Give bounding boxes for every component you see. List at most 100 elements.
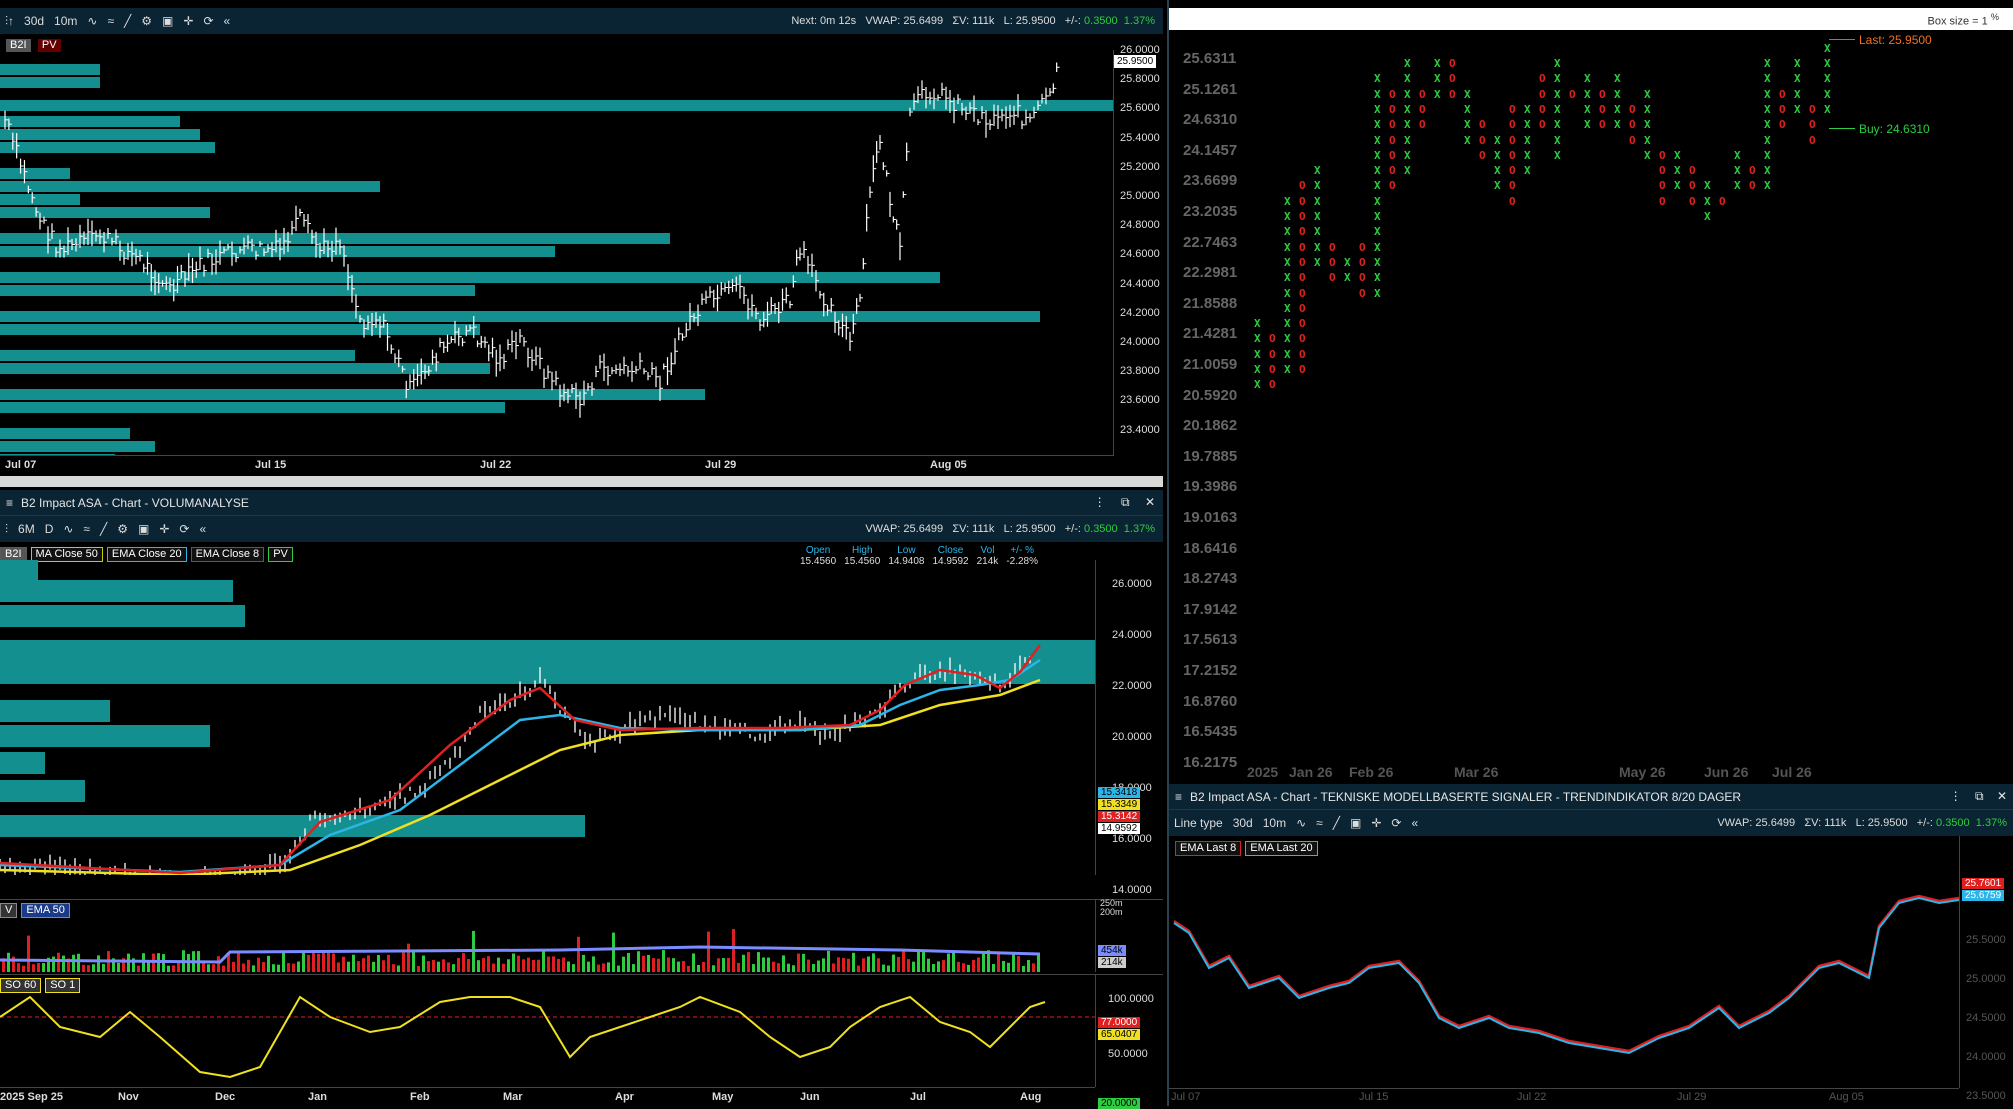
layout-icon[interactable]: ▣ — [1345, 816, 1366, 830]
more-icon[interactable]: ⋮ — [1094, 495, 1106, 509]
trend-icon[interactable]: ∿ — [58, 522, 78, 536]
volume-bar — [622, 956, 625, 972]
refresh-icon[interactable]: ⟳ — [198, 14, 218, 28]
volume-bar — [752, 964, 755, 972]
pnf-x-box: X — [1494, 164, 1501, 178]
collapse-icon[interactable]: « — [1406, 816, 1423, 830]
volume-bar — [382, 960, 385, 972]
y-tick-label: 25.8000 — [1120, 73, 1160, 86]
candles-icon[interactable]: ⫶ — [0, 522, 13, 537]
close-icon[interactable]: ✕ — [1997, 789, 2007, 803]
volume-bar — [782, 955, 785, 972]
indicator-icon[interactable]: ≈ — [1311, 816, 1328, 830]
collapse-icon[interactable]: « — [194, 522, 211, 536]
pnf-o-box: O — [1419, 102, 1426, 116]
volume-bar — [247, 959, 250, 972]
indicator-icon[interactable]: ≈ — [102, 14, 119, 28]
value-badge: 25.6759 — [1962, 890, 2005, 901]
volume-bar — [492, 963, 495, 972]
draw-line-icon[interactable]: ╱ — [1328, 816, 1345, 830]
volume-y-axis: 250m 200m 454k 214k — [1095, 898, 1163, 972]
volume-bar — [462, 953, 465, 972]
menu-icon[interactable]: ≡ — [6, 496, 13, 510]
volume-bar — [377, 955, 380, 972]
range-30d-button[interactable]: 30d — [19, 14, 49, 28]
volume-profile-bar — [0, 285, 475, 296]
draw-line-icon[interactable]: ╱ — [119, 14, 136, 28]
trend-chart[interactable] — [1169, 836, 1959, 1088]
pnf-o-box: O — [1599, 118, 1606, 132]
pnf-o-box: O — [1299, 317, 1306, 331]
pnf-o-box: O — [1509, 179, 1516, 193]
intraday-chart[interactable] — [0, 50, 1113, 456]
pnf-x-box: X — [1704, 179, 1711, 193]
volume-bar — [392, 964, 395, 972]
volume-bar — [867, 956, 870, 972]
draw-line-icon[interactable]: ╱ — [95, 522, 112, 536]
range-10m-button[interactable]: 10m — [49, 14, 82, 28]
crosshair-icon[interactable]: ✛ — [154, 522, 174, 536]
pnf-o-box: O — [1389, 133, 1396, 147]
menu-icon[interactable]: ≡ — [1175, 790, 1182, 804]
pnf-x-box: X — [1284, 240, 1291, 254]
indicator-icon[interactable]: ≈ — [78, 522, 95, 536]
volume-profile-bar — [0, 194, 80, 205]
layout-icon[interactable]: ▣ — [133, 522, 154, 536]
pnf-x-box: X — [1674, 148, 1681, 162]
y-tick-label: 25.0000 — [1120, 190, 1160, 202]
pnf-x-box: X — [1374, 240, 1381, 254]
line-type-button[interactable]: Line type — [1169, 816, 1228, 830]
range-6m-button[interactable]: 6M — [13, 522, 40, 536]
refresh-icon[interactable]: ⟳ — [1386, 816, 1406, 830]
volume-profile-bar — [0, 441, 155, 452]
stochastic-chart[interactable] — [0, 977, 1095, 1087]
x-tick-label: Jun — [800, 1091, 820, 1103]
volume-bar — [657, 958, 660, 972]
volume-bar — [1037, 953, 1040, 972]
intraday-scrollbar[interactable] — [0, 476, 1163, 487]
volume-bar — [947, 953, 950, 972]
volume-bar — [77, 953, 80, 972]
volume-bar — [532, 959, 535, 972]
pnf-x-box: X — [1254, 378, 1261, 392]
pnf-o-box: O — [1389, 102, 1396, 116]
pnf-x-box: X — [1494, 133, 1501, 147]
volume-profile-bar — [0, 207, 210, 218]
pnf-chart[interactable]: XXXXXOOOOXXXXXXXXXXXXOOOOOOOOOOOOOXXXXXX… — [1169, 30, 2013, 784]
volume-chart[interactable] — [0, 902, 1095, 972]
crosshair-icon[interactable]: ✛ — [1366, 816, 1386, 830]
collapse-icon[interactable]: « — [219, 14, 236, 28]
pnf-x-box: X — [1734, 148, 1741, 162]
volume-bar — [542, 950, 545, 972]
pnf-x-box: X — [1644, 102, 1651, 116]
pnf-o-box: O — [1809, 133, 1816, 147]
gear-icon[interactable]: ⚙ — [112, 522, 133, 536]
pnf-o-box: O — [1509, 102, 1516, 116]
close-icon[interactable]: ✕ — [1145, 495, 1155, 509]
trend-icon[interactable]: ∿ — [1291, 816, 1311, 830]
range-10m-button[interactable]: 10m — [1258, 816, 1291, 830]
pnf-x-box: X — [1374, 164, 1381, 178]
layout-icon[interactable]: ▣ — [157, 14, 178, 28]
volume-bar — [927, 958, 930, 972]
price-chart[interactable] — [0, 560, 1095, 875]
refresh-icon[interactable]: ⟳ — [174, 522, 194, 536]
period-d-button[interactable]: D — [40, 522, 59, 536]
volume-bar — [917, 950, 920, 972]
volume-bar — [417, 965, 420, 972]
volume-bar — [342, 956, 345, 972]
gear-icon[interactable]: ⚙ — [136, 14, 157, 28]
volume-bar — [537, 959, 540, 972]
y-tick-label: 14.0000 — [1112, 884, 1152, 896]
pnf-panel: Box size = 1 % 25.6311 25.1261 24.6310 24.1… — [1167, 0, 2013, 784]
trend-icon[interactable]: ∿ — [82, 14, 102, 28]
unlink-icon[interactable]: ⧉ — [1975, 789, 1984, 803]
ohlc-field-label: Close — [937, 545, 964, 556]
more-icon[interactable]: ⋮ — [1950, 789, 1962, 803]
unlink-icon[interactable]: ⧉ — [1121, 495, 1130, 509]
volume-bar — [737, 962, 740, 972]
candles-icon[interactable]: ⫶↑ — [0, 14, 19, 29]
y-tick-label: 25.6000 — [1120, 102, 1160, 115]
crosshair-icon[interactable]: ✛ — [178, 14, 198, 28]
range-30d-button[interactable]: 30d — [1228, 816, 1258, 830]
